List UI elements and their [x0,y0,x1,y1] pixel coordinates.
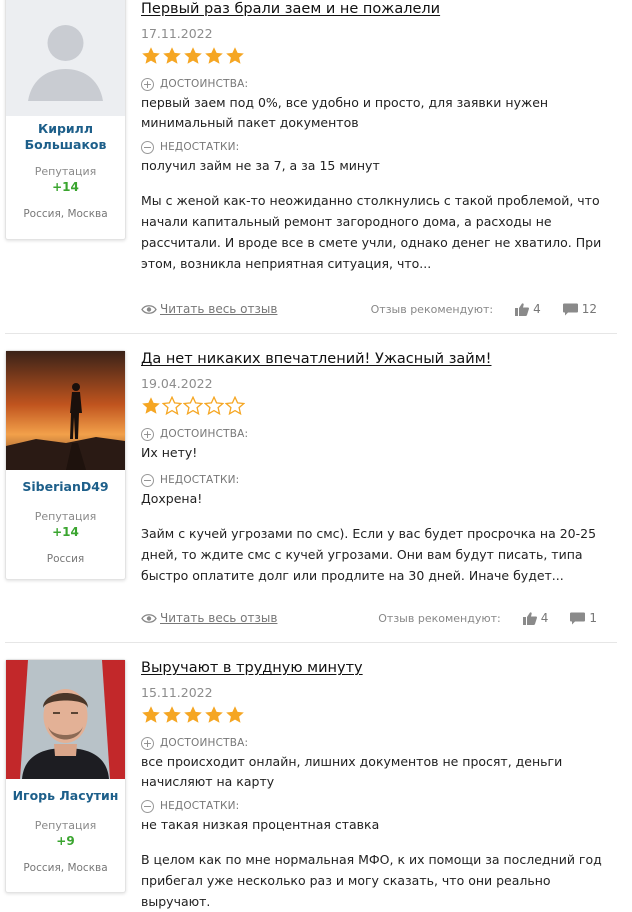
read-full-label: Читать весь отзыв [160,302,278,316]
review-title[interactable]: Выручают в трудную минуту [141,659,611,677]
pros-label: ДОСТОИНСТВА: [160,737,249,749]
review-footer: Читать весь отзыв Отзыв рекомендуют: 4 1 [141,608,597,628]
plus-icon: + [141,77,154,91]
reputation-value: +9 [56,834,75,848]
review-date: 15.11.2022 [141,685,213,700]
cons-text: не такая низкая процентная ставка [141,817,380,832]
star-filled-icon [205,706,223,723]
star-filled-icon [142,706,160,723]
star-filled-icon [142,397,160,414]
minus-icon: − [141,473,154,487]
thumbs-up-icon [522,611,537,625]
cons-header: − НЕДОСТАТКИ: [141,138,611,156]
read-full-label: Читать весь отзыв [160,611,278,625]
username[interactable]: Кирилл Большаков [6,121,125,153]
star-filled-icon [184,706,202,723]
location: Россия [46,553,85,565]
recommend-label: Отзыв рекомендуют: [378,611,501,625]
likes-count: 4 [540,611,549,625]
thumbs-up-icon [515,302,530,316]
pros-header: + ДОСТОИНСТВА: [141,734,611,752]
eye-icon [141,304,157,314]
reputation-label: Репутация [34,510,97,523]
author-card: Кирилл Большаков Репутация +14 Россия, М… [5,0,126,240]
cons-text: получил займ не за 7, а за 15 минут [141,158,380,173]
likes-count: 4 [533,302,541,316]
plus-icon: + [141,736,154,750]
comment-icon [562,303,578,315]
divider [5,333,617,334]
read-full-link[interactable]: Читать весь отзыв [141,611,277,625]
pros-text: все происходит онлайн, лишних документов… [141,754,563,789]
star-rating [141,705,611,727]
review-body: В целом как по мне нормальная МФО, к их … [141,852,602,909]
reputation-value: +14 [52,180,79,194]
plus-icon: + [141,427,154,441]
star-filled-icon [226,47,244,64]
star-filled-icon [163,706,181,723]
review-date: 19.04.2022 [141,376,213,391]
comments[interactable]: 12 [562,302,597,316]
read-full-link[interactable]: Читать весь отзыв [141,302,277,316]
likes[interactable]: 4 [522,611,549,625]
location: Россия, Москва [23,862,108,874]
star-empty-icon [183,396,203,416]
star-empty-icon [204,396,224,416]
comment-icon [570,612,586,624]
avatar-photo[interactable] [6,660,125,779]
cons-header: − НЕДОСТАТКИ: [141,471,611,489]
pros-text: первый заем под 0%, все удобно и просто,… [141,95,549,130]
cons-label: НЕДОСТАТКИ: [160,141,240,153]
likes[interactable]: 4 [515,302,541,316]
author-card: SiberianD49 Репутация +14 Россия [5,350,126,580]
star-filled-icon [163,47,181,64]
star-empty-icon [162,396,182,416]
pros-header: + ДОСТОИНСТВА: [141,425,611,443]
avatar-placeholder[interactable] [6,0,125,116]
star-rating [141,46,611,68]
review-footer: Читать весь отзыв Отзыв рекомендуют: 4 1… [141,299,597,319]
username[interactable]: Игорь Ласутин [6,788,125,804]
location: Россия, Москва [23,208,108,220]
pros-label: ДОСТОИНСТВА: [160,428,249,440]
cons-text: Дохрена! [141,491,203,506]
minus-icon: − [141,799,154,813]
star-filled-icon [142,47,160,64]
review-date: 17.11.2022 [141,26,213,41]
star-filled-icon [205,47,223,64]
comments[interactable]: 1 [570,611,597,625]
review-body: Займ с кучей угрозами по смс). Если у ва… [141,526,597,583]
divider [5,642,617,643]
star-empty-icon [225,396,245,416]
review-content: Первый раз брали заем и не пожалели 17.1… [141,0,611,274]
cons-label: НЕДОСТАТКИ: [160,800,240,812]
pros-text: Их нету! [141,445,198,460]
cons-header: − НЕДОСТАТКИ: [141,797,611,815]
author-card: Игорь Ласутин Репутация +9 Россия, Москв… [5,659,126,893]
minus-icon: − [141,140,154,154]
review-title[interactable]: Да нет никаких впечатлений! Ужасный займ… [141,350,611,368]
cons-label: НЕДОСТАТКИ: [160,474,240,486]
star-filled-icon [184,47,202,64]
reputation-label: Репутация [34,819,97,832]
reputation-label: Репутация [34,165,97,178]
pros-header: + ДОСТОИНСТВА: [141,75,611,93]
review-content: Да нет никаких впечатлений! Ужасный займ… [141,350,611,586]
review-title[interactable]: Первый раз брали заем и не пожалели [141,0,611,18]
comments-count: 12 [581,302,597,316]
pros-label: ДОСТОИНСТВА: [160,78,249,90]
review-content: Выручают в трудную минуту 15.11.2022 + Д… [141,659,611,912]
review-body: Мы с женой как-то неожиданно столкнулись… [141,193,602,271]
star-filled-icon [226,706,244,723]
star-rating [141,396,611,418]
reputation-value: +14 [52,525,79,539]
avatar-sunset[interactable] [6,351,125,470]
username[interactable]: SiberianD49 [6,479,125,495]
recommend-label: Отзыв рекомендуют: [370,302,494,316]
eye-icon [141,613,157,623]
comments-count: 1 [589,611,597,625]
